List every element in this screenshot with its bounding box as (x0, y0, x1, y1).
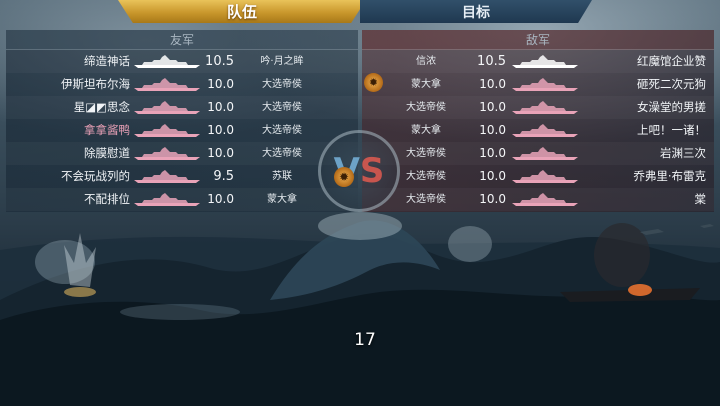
enemy-row[interactable]: ✹ 蒙大拿 10.0 砸死二次元狗 (362, 73, 714, 96)
battleship-silhouette-icon (134, 193, 200, 206)
ship-name: 大选帝侯 (262, 148, 302, 159)
player-name: 岩渊三次 (660, 146, 706, 160)
player-name: 不会玩战列的 (61, 169, 130, 183)
ally-row[interactable]: 不会玩战列的 9.5 苏联 (6, 165, 358, 188)
ship-name: 苏联 (272, 171, 292, 182)
ally-panel-header: 友军 (6, 30, 358, 50)
player-name: 星◪◩思念 (73, 100, 130, 114)
ship-tier: 10.0 (479, 169, 506, 183)
ship-tier: 10.0 (479, 146, 506, 160)
player-name: 伊斯坦布尔海 (61, 77, 130, 91)
ally-row[interactable]: 伊斯坦布尔海 10.0 大选帝侯 (6, 73, 358, 96)
ship-name: 大选帝侯 (406, 102, 446, 113)
ship-tier: 10.0 (207, 192, 234, 206)
ally-row[interactable]: 不配排位 10.0 蒙大拿 (6, 188, 358, 211)
player-name: 棠 (694, 192, 707, 206)
battleship-silhouette-icon (134, 78, 200, 91)
ship-tier: 10.0 (479, 192, 506, 206)
battle-countdown: 17 (354, 330, 376, 350)
tab-target[interactable]: 目标 (360, 0, 592, 23)
ship-name: 大选帝侯 (406, 148, 446, 159)
battleship-silhouette-icon (134, 101, 200, 114)
ship-wheel-emblem-icon: ✹ (364, 73, 383, 92)
tab-target-label: 目标 (462, 4, 490, 21)
ship-name: 蒙大拿 (411, 79, 441, 90)
top-tab-bar: 队伍 目标 (0, 0, 720, 24)
player-name-highlighted: 拿拿酱鸭 (84, 123, 130, 137)
ship-tier: 10.0 (479, 123, 506, 137)
ship-name: 蒙大拿 (411, 125, 441, 136)
player-name: 红魔馆企业赞 (637, 54, 706, 68)
tab-squad-label: 队伍 (226, 3, 257, 21)
enemy-roster: 信浓 10.5 红魔馆企业赞 ✹ 蒙大拿 10.0 砸死二次元狗 大选帝侯 10… (362, 50, 714, 211)
ship-wheel-emblem-icon: ✹ (334, 167, 354, 187)
enemy-row[interactable]: 蒙大拿 10.0 上吧！一诸！ (362, 119, 714, 142)
ally-row[interactable]: 缔造神话 10.5 吟·月之眸 (6, 50, 358, 73)
versus-s-letter: S (359, 151, 385, 191)
player-name: 上吧！一诸！ (637, 123, 706, 137)
ship-name: 大选帝侯 (262, 102, 302, 113)
battleship-silhouette-icon (512, 78, 578, 91)
battleship-silhouette-icon (134, 55, 200, 68)
enemy-row[interactable]: 大选帝侯 10.0 女澡堂的男搓 (362, 96, 714, 119)
ship-name: 蒙大拿 (267, 194, 297, 205)
battleship-silhouette-icon (512, 101, 578, 114)
ship-name: 大选帝侯 (262, 125, 302, 136)
enemy-row[interactable]: 信浓 10.5 红魔馆企业赞 (362, 50, 714, 73)
ally-row[interactable]: 星◪◩思念 10.0 大选帝侯 (6, 96, 358, 119)
ally-team-panel: 友军 缔造神话 10.5 吟·月之眸 伊斯坦布尔海 10.0 大选帝侯 星◪◩思… (6, 30, 358, 212)
battleship-silhouette-icon (512, 147, 578, 160)
player-name: 除膜慰道 (84, 146, 130, 160)
ally-roster: 缔造神话 10.5 吟·月之眸 伊斯坦布尔海 10.0 大选帝侯 星◪◩思念 1… (6, 50, 358, 211)
ship-name: 信浓 (416, 56, 436, 67)
ally-row[interactable]: 除膜慰道 10.0 大选帝侯 (6, 142, 358, 165)
ship-name: 大选帝侯 (406, 194, 446, 205)
battleship-silhouette-icon (512, 193, 578, 206)
enemy-team-panel: 敌军 信浓 10.5 红魔馆企业赞 ✹ 蒙大拿 10.0 砸死二次元狗 大选帝侯… (362, 30, 714, 212)
ship-tier: 10.0 (207, 100, 234, 114)
player-name: 缔造神话 (84, 54, 130, 68)
ship-tier: 10.0 (207, 123, 234, 137)
ship-tier: 10.5 (477, 54, 506, 69)
battleship-silhouette-icon (134, 170, 200, 183)
versus-badge: V S (318, 130, 400, 212)
tab-squad[interactable]: 队伍 (118, 0, 366, 23)
ship-tier: 10.0 (479, 77, 506, 91)
battleship-silhouette-icon (512, 124, 578, 137)
ship-name: 大选帝侯 (262, 79, 302, 90)
enemy-row[interactable]: 大选帝侯 10.0 岩渊三次 (362, 142, 714, 165)
ship-tier: 10.0 (207, 77, 234, 91)
battleship-silhouette-icon (134, 147, 200, 160)
player-name: 砸死二次元狗 (637, 77, 706, 91)
player-name: 不配排位 (84, 192, 130, 206)
enemy-row[interactable]: 大选帝侯 10.0 乔弗里·布雷克 (362, 165, 714, 188)
player-name: 女澡堂的男搓 (637, 100, 706, 114)
enemy-row[interactable]: 大选帝侯 10.0 棠 (362, 188, 714, 211)
enemy-panel-header: 敌军 (362, 30, 714, 50)
ship-name: 吟·月之眸 (260, 56, 304, 67)
ship-tier: 9.5 (213, 169, 234, 184)
battleship-silhouette-icon (512, 170, 578, 183)
battleship-silhouette-icon (512, 55, 578, 68)
battleship-silhouette-icon (134, 124, 200, 137)
ally-row[interactable]: 拿拿酱鸭 10.0 大选帝侯 (6, 119, 358, 142)
player-name: 乔弗里·布雷克 (633, 169, 706, 183)
ship-tier: 10.0 (207, 146, 234, 160)
ship-tier: 10.0 (479, 100, 506, 114)
ship-tier: 10.5 (205, 54, 234, 69)
